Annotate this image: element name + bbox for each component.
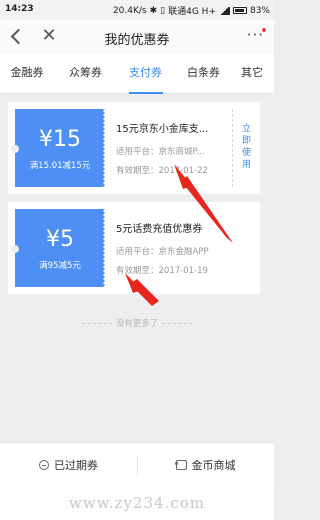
expired-label: 已过期券 bbox=[54, 459, 98, 472]
coupon-expiry: 有效期至：2017-01-22 bbox=[116, 164, 208, 176]
no-more-text: 没有更多了 bbox=[0, 317, 274, 329]
platform-label: 适用平台： bbox=[116, 147, 159, 157]
platform-label: 适用平台： bbox=[116, 247, 159, 257]
vibrate-icon: ▯ bbox=[160, 5, 166, 16]
battery-icon bbox=[232, 7, 247, 14]
bluetooth-icon: ✱ bbox=[149, 5, 158, 16]
more-icon[interactable]: ··· bbox=[247, 26, 266, 44]
expiry-value: 2017-01-22 bbox=[158, 166, 208, 176]
tab-finance[interactable]: 金融券 bbox=[2, 54, 52, 94]
coupon-card[interactable]: ¥15 满15.01减15元 15元京东小金库支... 适用平台：京东商城P..… bbox=[8, 102, 260, 194]
coin-mall-label: 金币商城 bbox=[191, 459, 236, 472]
coupon-condition: 满15.01减15元 bbox=[29, 161, 91, 171]
use-now-char: 使 bbox=[241, 148, 251, 158]
tab-active-underline bbox=[128, 92, 163, 94]
tab-other[interactable]: 其它 bbox=[230, 54, 274, 94]
expired-icon bbox=[39, 460, 49, 470]
use-now-char: 立 bbox=[241, 124, 251, 134]
tab-label: 其它 bbox=[241, 66, 263, 79]
tab-label: 金融券 bbox=[10, 66, 44, 79]
coupon-name: 5元话费充值优惠券 bbox=[116, 224, 203, 235]
coupon-condition: 满95减5元 bbox=[39, 261, 81, 271]
tab-label: 白条券 bbox=[187, 66, 220, 79]
tab-crowdfunding[interactable]: 众筹券 bbox=[58, 54, 113, 94]
tab-label: 众筹券 bbox=[69, 66, 102, 79]
notification-dot bbox=[262, 28, 266, 32]
tab-baitiao[interactable]: 白条券 bbox=[176, 54, 231, 94]
coin-mall-button[interactable]: 金币商城 bbox=[137, 443, 274, 487]
nav-bar: ✕ 我的优惠券 ··· bbox=[0, 20, 274, 54]
divider-line bbox=[162, 323, 193, 324]
coupon-expiry: 有效期至：2017-01-19 bbox=[116, 264, 208, 276]
expiry-value: 2017-01-19 bbox=[158, 266, 208, 276]
signal-icon bbox=[218, 6, 230, 15]
expired-coupons-button[interactable]: 已过期券 bbox=[0, 443, 137, 487]
watermark: www.zy234.com bbox=[0, 486, 274, 520]
use-now-button[interactable]: 立 即 使 用 bbox=[232, 109, 260, 187]
coupon-amount: ¥5 bbox=[46, 227, 74, 252]
carrier-label: 联通4G H+ bbox=[168, 7, 216, 17]
expiry-label: 有效期至： bbox=[116, 266, 159, 276]
no-more-label: 没有更多了 bbox=[115, 319, 159, 329]
platform-value: 京东金融APP bbox=[158, 247, 209, 257]
network-speed: 20.4K/s bbox=[112, 5, 147, 16]
coupon-card[interactable]: ¥5 满95减5元 5元话费充值优惠券 适用平台：京东金融APP 有效期至：20… bbox=[8, 202, 260, 294]
bottom-bar: 已过期券 金币商城 bbox=[0, 442, 274, 486]
coupon-stub: ¥15 满15.01减15元 bbox=[11, 109, 105, 187]
coupon-tabs: 金融券 众筹券 支付券 白条券 其它 bbox=[0, 54, 274, 94]
divider-line bbox=[81, 323, 112, 324]
tab-payment[interactable]: 支付券 bbox=[118, 54, 173, 94]
coupon-platform: 适用平台：京东金融APP bbox=[116, 245, 209, 257]
shop-icon bbox=[174, 460, 187, 470]
status-bar: 14:23 20.4K/s ✱ ▯ 联通4G H+ 83% bbox=[0, 0, 274, 20]
tab-label: 支付券 bbox=[129, 66, 162, 79]
coupon-name: 15元京东小金库支... bbox=[116, 124, 209, 135]
coupon-edge bbox=[101, 209, 105, 287]
use-now-char: 即 bbox=[241, 136, 251, 146]
coupon-stub: ¥5 满95减5元 bbox=[11, 209, 105, 287]
expiry-label: 有效期至： bbox=[116, 166, 159, 176]
status-time: 14:23 bbox=[5, 4, 34, 14]
use-now-char: 用 bbox=[241, 160, 251, 170]
close-icon[interactable]: ✕ bbox=[40, 27, 58, 45]
platform-value: 京东商城P... bbox=[158, 147, 205, 157]
status-indicators: 20.4K/s ✱ ▯ 联通4G H+ 83% bbox=[112, 4, 270, 18]
back-icon[interactable] bbox=[10, 28, 22, 44]
coupon-amount: ¥15 bbox=[39, 127, 81, 152]
coupon-platform: 适用平台：京东商城P... bbox=[116, 145, 204, 157]
battery-percent: 83% bbox=[249, 5, 270, 16]
coupon-edge bbox=[101, 109, 105, 187]
